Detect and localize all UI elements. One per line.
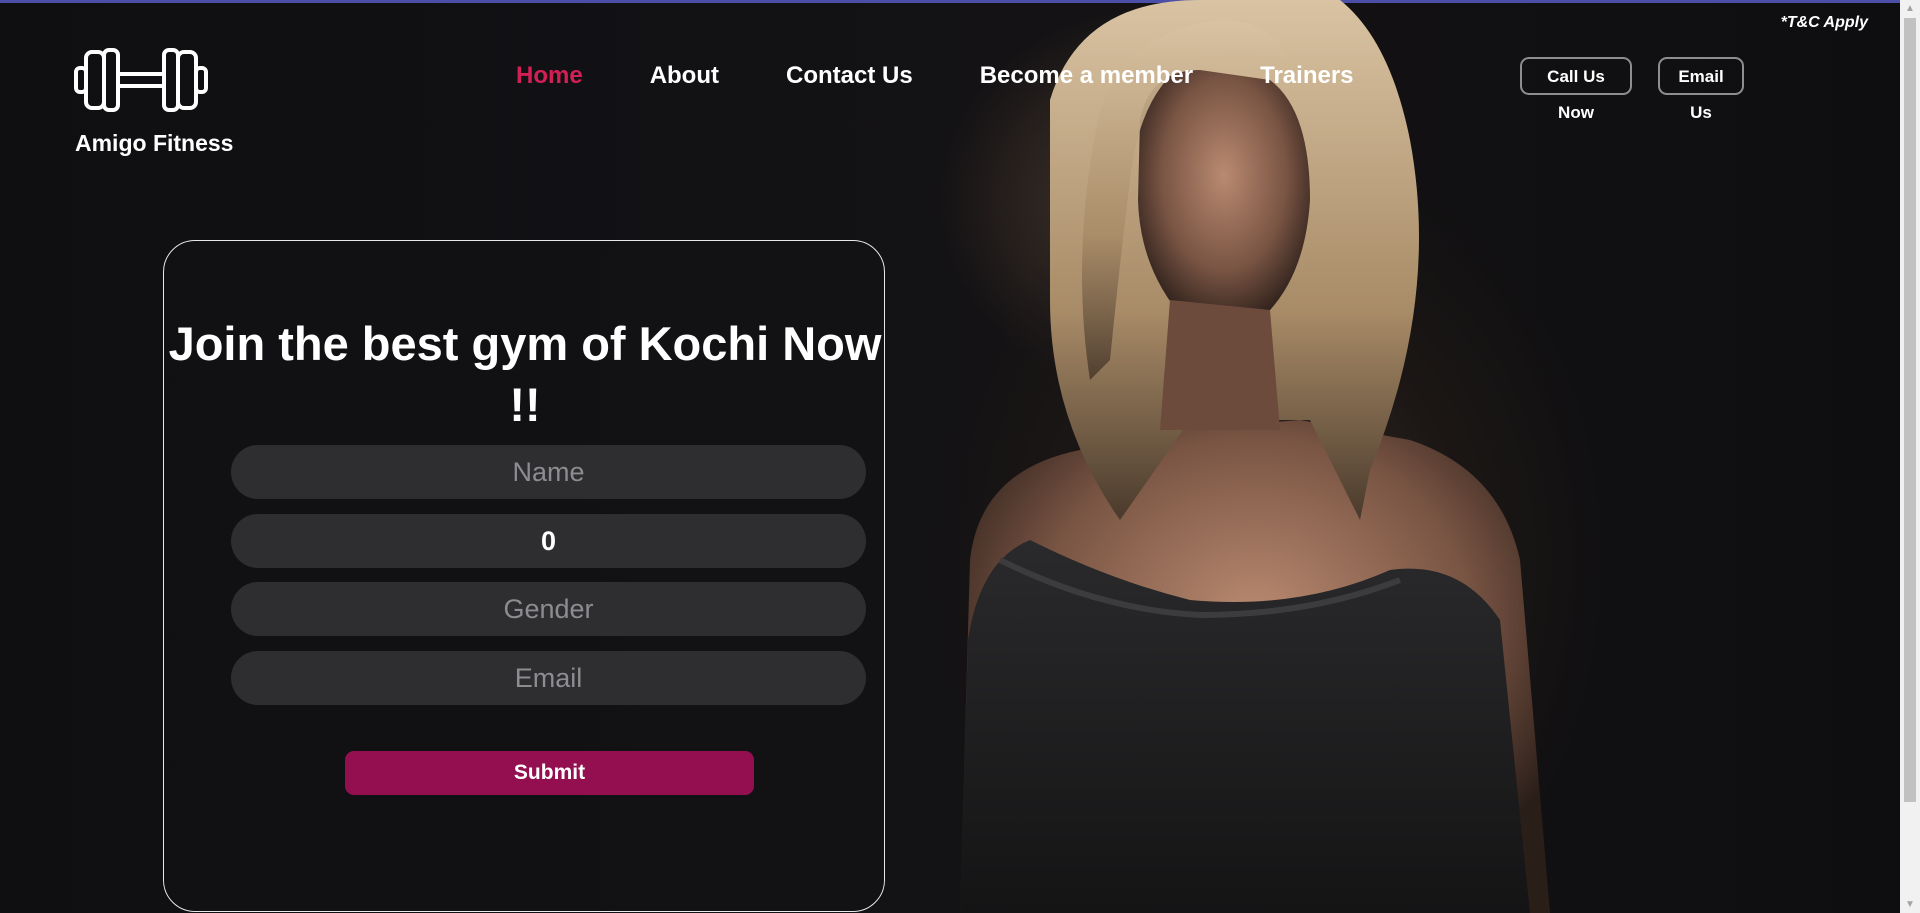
signup-card: Join the best gym of Kochi Now !! Submit bbox=[163, 240, 885, 912]
nav-home[interactable]: Home bbox=[516, 62, 583, 90]
gender-input[interactable] bbox=[231, 582, 866, 636]
scroll-up-arrow-icon[interactable]: ▲ bbox=[1900, 0, 1920, 17]
nav-contact-us[interactable]: Contact Us bbox=[786, 62, 913, 90]
terms-note: *T&C Apply bbox=[1780, 14, 1868, 31]
number-input[interactable] bbox=[231, 514, 866, 568]
submit-button[interactable]: Submit bbox=[345, 751, 754, 795]
scroll-down-arrow-icon[interactable]: ▼ bbox=[1900, 896, 1920, 913]
vertical-scrollbar[interactable]: ▲ ▼ bbox=[1900, 0, 1920, 913]
nav-become-a-member[interactable]: Become a member bbox=[980, 62, 1193, 90]
call-us-now-button[interactable]: Call Us Now bbox=[1520, 57, 1632, 122]
email-input[interactable] bbox=[231, 651, 866, 705]
brand-name: Amigo Fitness bbox=[75, 130, 234, 156]
main-nav: Home About Contact Us Become a member Tr… bbox=[516, 62, 1354, 90]
signup-title: Join the best gym of Kochi Now !! bbox=[168, 317, 882, 431]
logo[interactable] bbox=[74, 46, 208, 114]
name-input[interactable] bbox=[231, 445, 866, 499]
nav-trainers[interactable]: Trainers bbox=[1260, 62, 1353, 90]
hero-photo bbox=[960, 0, 1550, 913]
dumbbell-icon bbox=[74, 48, 208, 112]
scrollbar-thumb[interactable] bbox=[1904, 18, 1916, 802]
email-us-button[interactable]: Email Us bbox=[1658, 57, 1744, 122]
nav-about[interactable]: About bbox=[650, 62, 719, 90]
page: *T&C Apply Amigo Fitness Home About Cont… bbox=[0, 0, 1920, 913]
